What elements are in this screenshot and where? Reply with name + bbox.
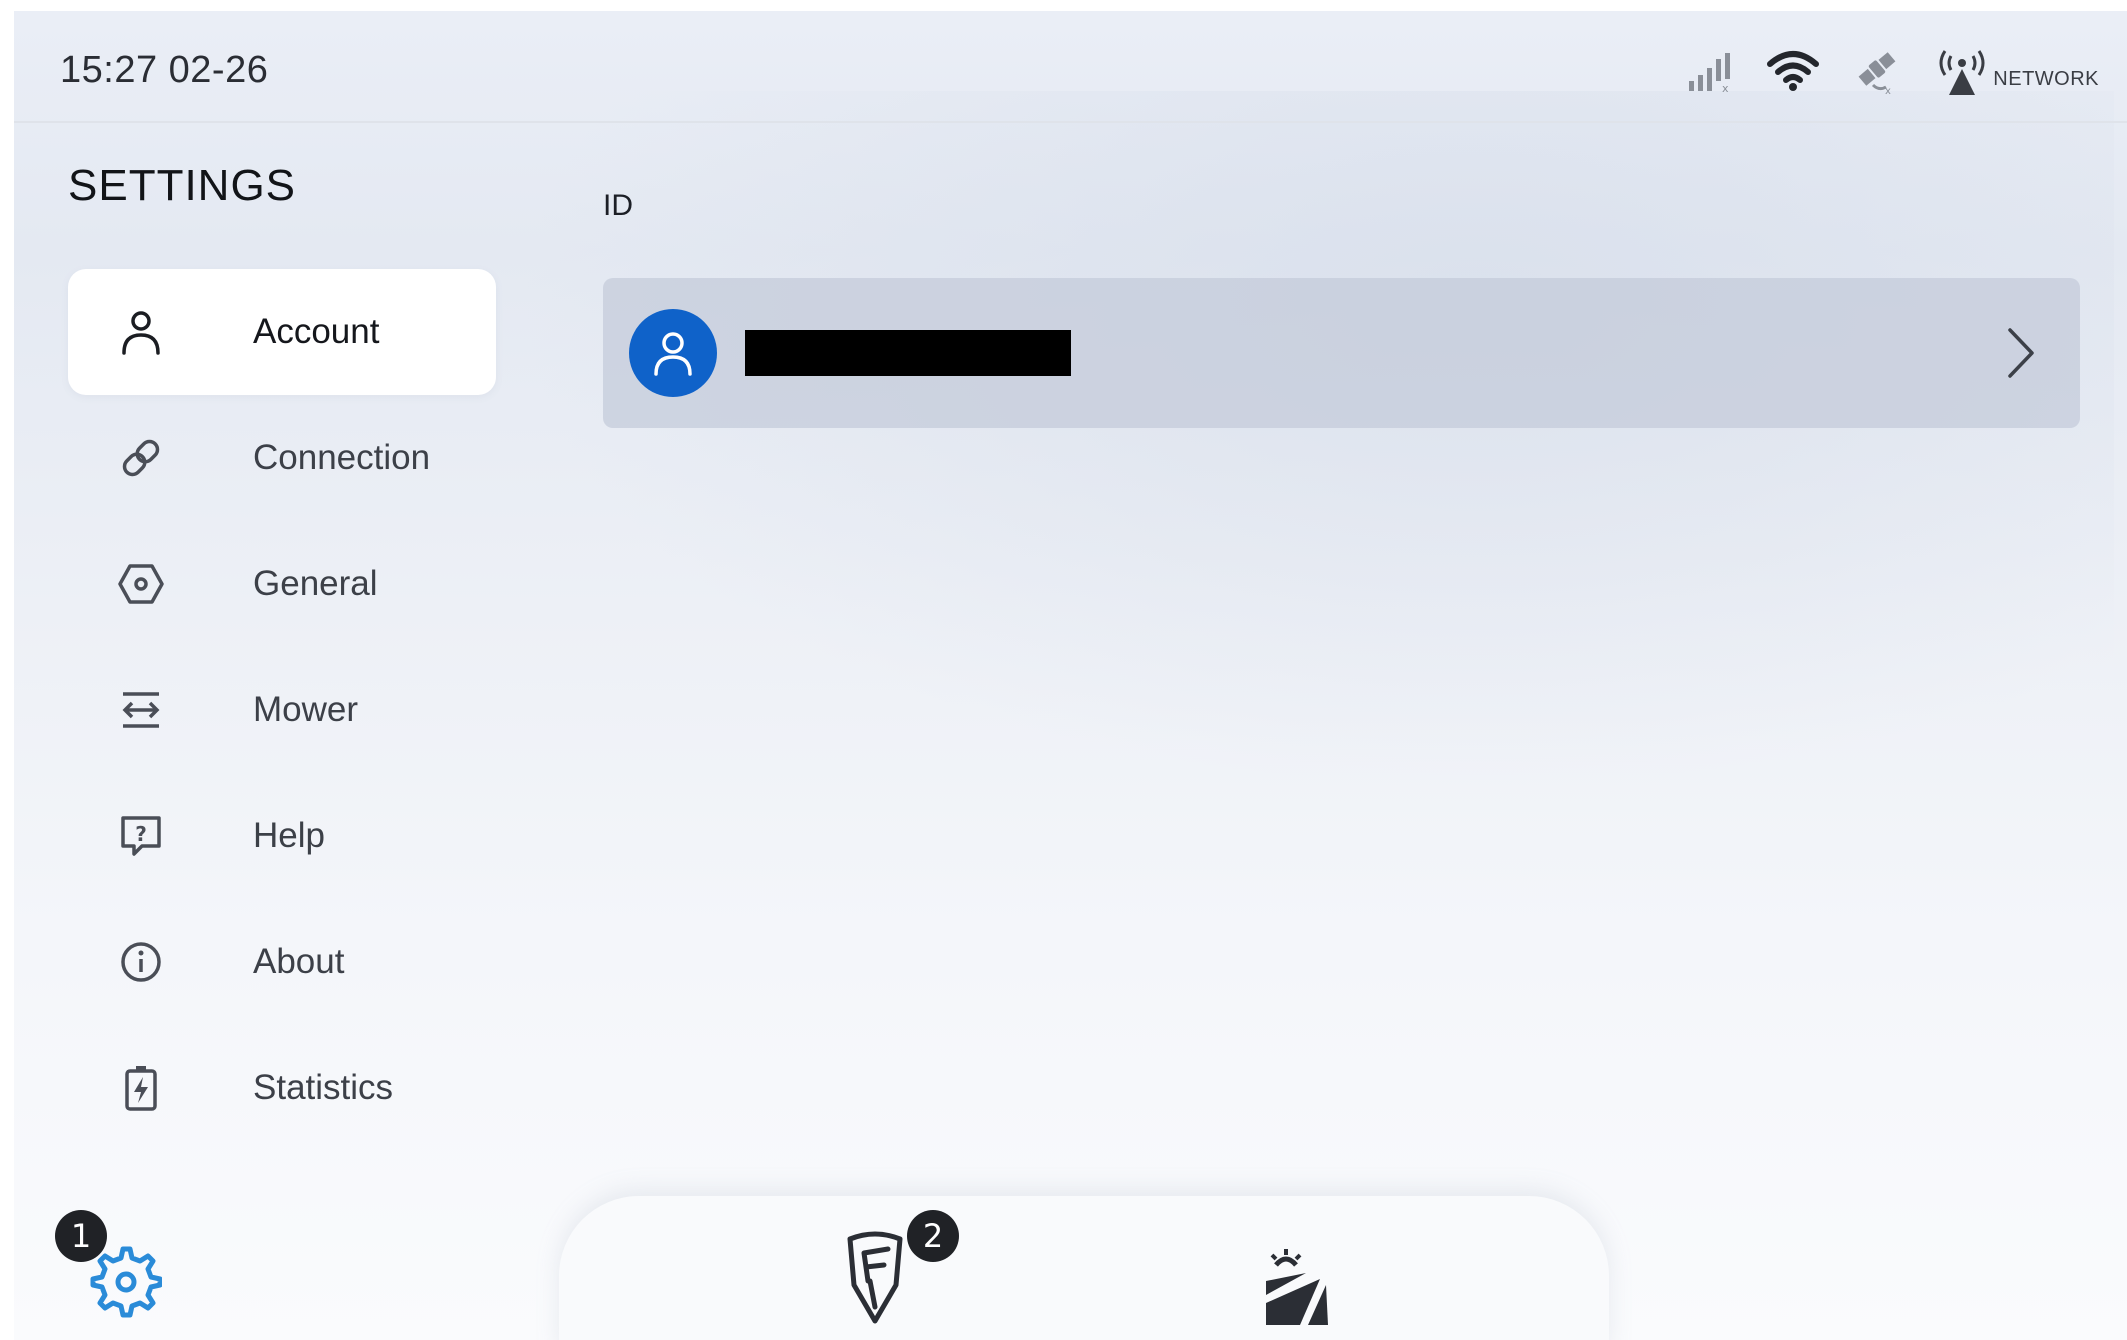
sidebar-item-label: Mower [253, 690, 359, 729]
sidebar-item-help[interactable]: ? Help [68, 773, 496, 899]
svg-text:x: x [1885, 86, 1891, 95]
sidebar-item-label: Account [253, 312, 380, 351]
battery-charge-icon [118, 1065, 164, 1111]
section-title-id: ID [603, 189, 633, 222]
link-icon [118, 435, 164, 481]
status-icons: x x NETWORK [1687, 41, 2099, 101]
account-row[interactable] [603, 278, 2080, 428]
annotation-badge-1: 1 [55, 1210, 107, 1262]
status-bar: 15:27 02-26 x x NETWORK [14, 11, 2127, 123]
info-icon [118, 939, 164, 985]
chevron-right-icon [2004, 326, 2038, 380]
satellite-icon: x [1853, 47, 1901, 95]
status-clock: 15:27 02-26 [60, 49, 269, 91]
sidebar-item-label: About [253, 942, 345, 981]
bottom-dock [559, 1196, 1609, 1340]
wifi-icon [1767, 50, 1820, 92]
settings-screen: 15:27 02-26 x x NETWORK SETTINGS Account… [14, 11, 2127, 1340]
field-sun-icon[interactable] [1262, 1247, 1332, 1327]
sidebar-item-mower[interactable]: Mower [68, 647, 496, 773]
account-name-redacted [745, 330, 1071, 376]
sidebar-item-label: General [253, 564, 378, 603]
page-title: SETTINGS [68, 161, 297, 210]
settings-sidebar: Account Connection General Mower ? Help … [68, 269, 496, 1151]
network-label: NETWORK [1993, 68, 2099, 90]
mower-logo-icon[interactable] [844, 1229, 906, 1327]
sidebar-item-label: Help [253, 816, 325, 855]
sidebar-item-general[interactable]: General [68, 521, 496, 647]
person-icon [118, 309, 164, 355]
sidebar-item-about[interactable]: About [68, 899, 496, 1025]
sidebar-item-account[interactable]: Account [68, 269, 496, 395]
sidebar-item-connection[interactable]: Connection [68, 395, 496, 521]
svg-text:x: x [1722, 82, 1729, 93]
hexagon-settings-icon [118, 561, 164, 607]
user-avatar-icon [629, 309, 717, 397]
mower-arrows-icon [118, 687, 164, 733]
sidebar-item-label: Connection [253, 438, 431, 477]
sidebar-item-statistics[interactable]: Statistics [68, 1025, 496, 1151]
help-question-icon: ? [118, 813, 164, 859]
cellular-signal-icon: x [1687, 49, 1733, 93]
annotation-badge-2: 2 [907, 1210, 959, 1262]
network-indicator: NETWORK [1935, 45, 2099, 97]
network-antenna-icon [1935, 45, 1989, 97]
svg-text:?: ? [135, 822, 147, 846]
sidebar-item-label: Statistics [253, 1068, 394, 1107]
